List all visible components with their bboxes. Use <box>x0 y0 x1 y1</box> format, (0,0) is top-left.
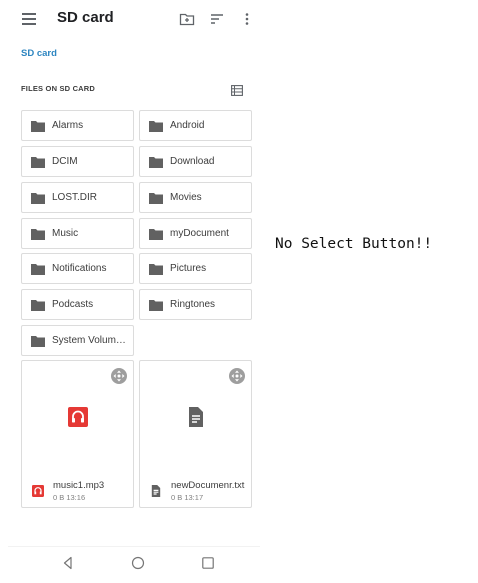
folder-icon <box>31 156 45 168</box>
more-vert-icon[interactable] <box>239 11 255 27</box>
folder-item[interactable]: Ringtones <box>139 289 252 320</box>
folder-icon <box>149 299 163 311</box>
folder-icon <box>149 120 163 132</box>
file-meta: 0 B 13:16 <box>53 493 86 502</box>
folder-label: DCIM <box>52 156 78 167</box>
folder-icon <box>31 120 45 132</box>
back-icon[interactable] <box>61 556 75 570</box>
folder-item[interactable]: Music <box>21 218 134 249</box>
audio-file-icon <box>68 407 88 427</box>
sort-icon[interactable] <box>209 11 225 27</box>
folder-label: Download <box>170 156 215 167</box>
folder-label: Notifications <box>52 263 107 274</box>
file-meta: 0 B 13:17 <box>171 493 204 502</box>
folder-label: System Volume Information <box>52 335 130 346</box>
folder-icon <box>31 299 45 311</box>
new-folder-icon[interactable] <box>179 11 195 27</box>
section-header: FILES ON SD CARD <box>21 84 96 93</box>
folder-item[interactable]: Download <box>139 146 252 177</box>
select-toggle-icon[interactable] <box>111 368 127 384</box>
file-name: music1.mp3 <box>53 480 105 491</box>
folder-icon <box>149 228 163 240</box>
list-view-icon[interactable] <box>231 83 243 96</box>
document-icon <box>186 407 206 427</box>
folder-item[interactable]: System Volume Information <box>21 325 134 356</box>
file-card[interactable]: newDocumenr.txt 0 B 13:17 <box>139 360 252 508</box>
folder-item[interactable]: Movies <box>139 182 252 213</box>
folder-item[interactable]: Podcasts <box>21 289 134 320</box>
folder-item[interactable]: myDocument <box>139 218 252 249</box>
folder-icon <box>31 335 45 347</box>
folder-item[interactable]: Pictures <box>139 253 252 284</box>
home-icon[interactable] <box>131 556 145 570</box>
folder-icon <box>31 228 45 240</box>
folder-item[interactable]: Alarms <box>21 110 134 141</box>
folder-icon <box>31 263 45 275</box>
folder-label: Android <box>170 120 205 131</box>
audio-file-small-icon <box>32 485 44 497</box>
folder-icon <box>149 192 163 204</box>
page-title: SD card <box>57 9 114 26</box>
folder-item[interactable]: DCIM <box>21 146 134 177</box>
file-card[interactable]: music1.mp3 0 B 13:16 <box>21 360 134 508</box>
folder-label: myDocument <box>170 228 229 239</box>
annotation-text: No Select Button!! <box>275 236 433 252</box>
recents-icon[interactable] <box>201 556 215 570</box>
folder-icon <box>149 263 163 275</box>
document-small-icon <box>150 485 162 497</box>
folder-item[interactable]: Android <box>139 110 252 141</box>
folder-label: Alarms <box>52 120 84 131</box>
system-nav-bar <box>8 546 260 583</box>
folder-label: LOST.DIR <box>52 192 98 203</box>
folder-icon <box>149 156 163 168</box>
folder-label: Pictures <box>170 263 207 274</box>
folder-label: Music <box>52 228 79 239</box>
select-toggle-icon[interactable] <box>229 368 245 384</box>
file-name: newDocumenr.txt <box>171 480 245 491</box>
folder-item[interactable]: Notifications <box>21 253 134 284</box>
phone-screen: SD card SD card FILES ON SD CARD Alarms … <box>8 0 260 583</box>
folder-label: Podcasts <box>52 299 94 310</box>
folder-label: Ringtones <box>170 299 216 310</box>
folder-label: Movies <box>170 192 202 203</box>
breadcrumb[interactable]: SD card <box>21 48 57 59</box>
folder-item[interactable]: LOST.DIR <box>21 182 134 213</box>
folder-icon <box>31 192 45 204</box>
top-app-bar: SD card <box>8 0 260 38</box>
menu-icon[interactable] <box>22 13 36 25</box>
